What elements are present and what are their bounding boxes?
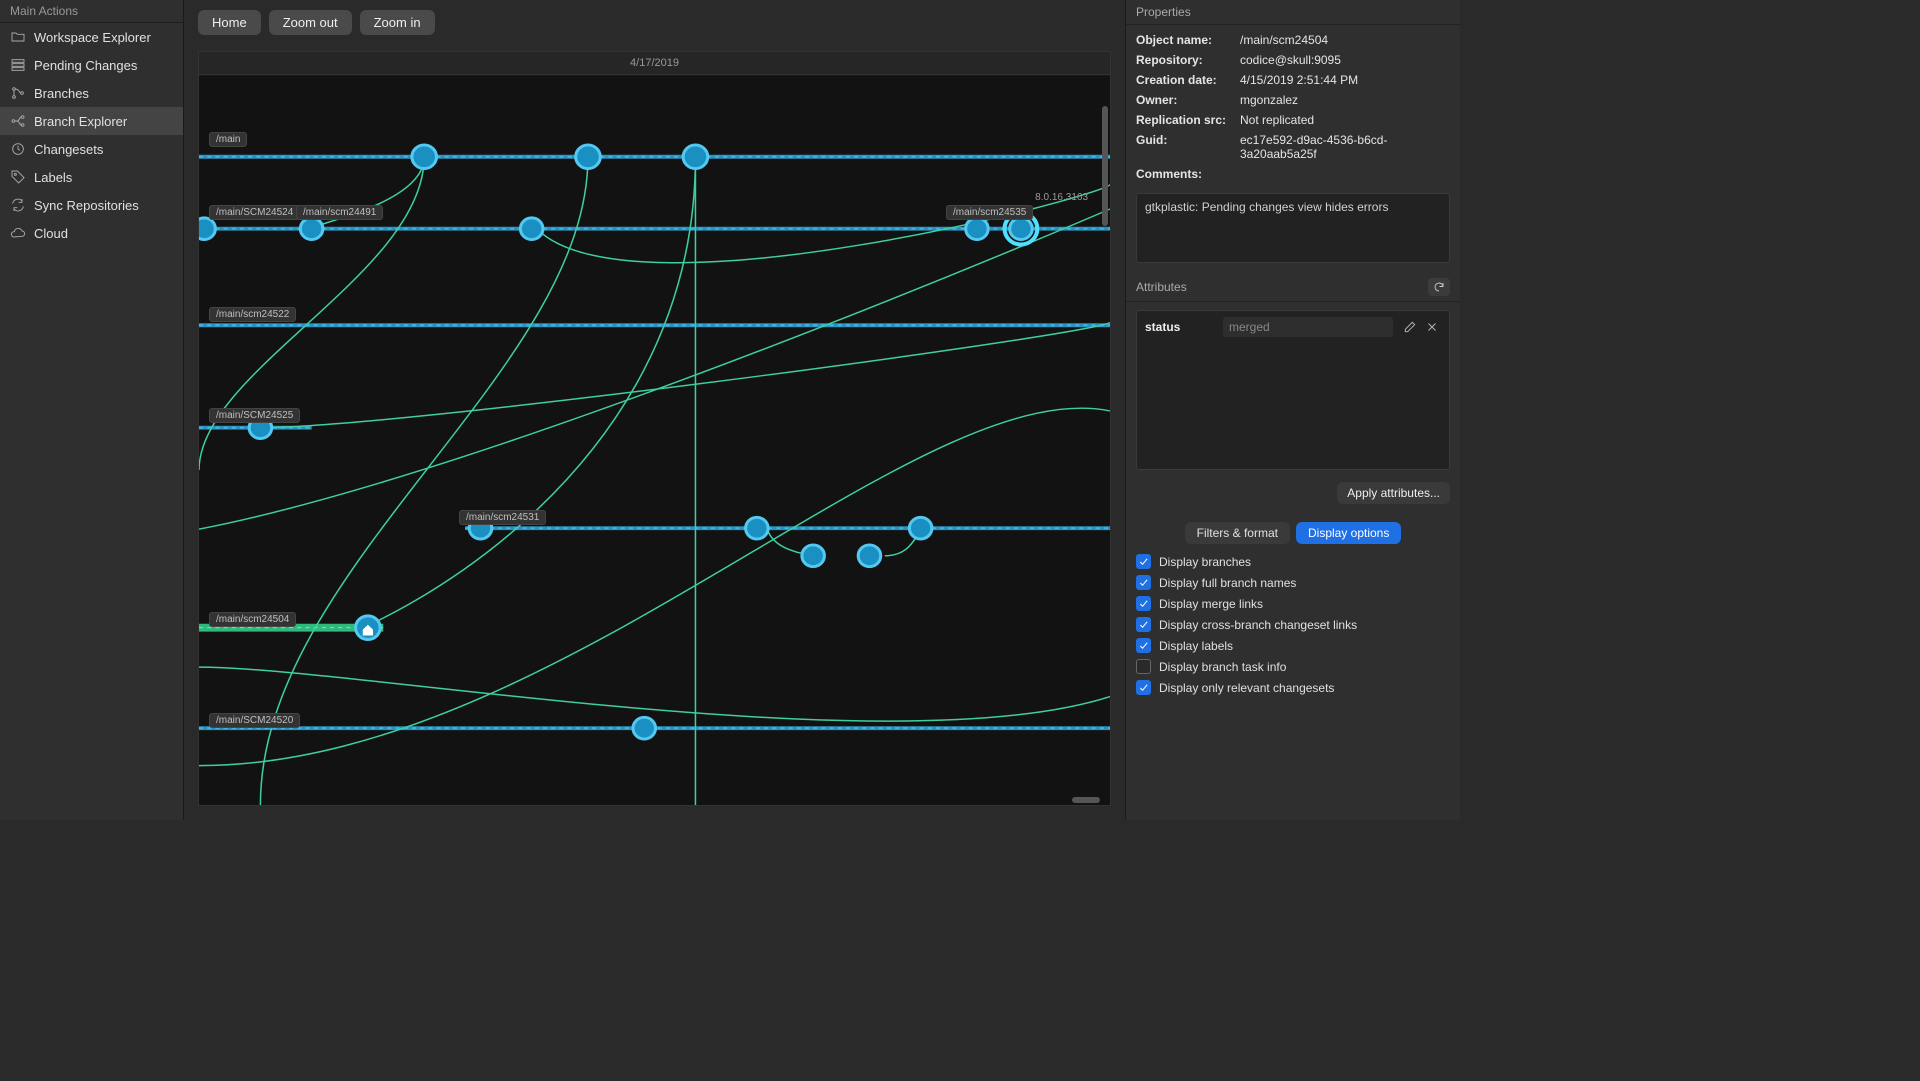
branch-tag[interactable]: /main/scm24491	[296, 205, 383, 220]
prop-guid: ec17e592-d9ac-4536-b6cd-3a20aab5a25f	[1240, 133, 1450, 161]
display-option[interactable]: Display merge links	[1136, 596, 1450, 611]
checkbox[interactable]	[1136, 617, 1151, 632]
branch-tag[interactable]: /main/scm24504	[209, 612, 296, 627]
branch-tag[interactable]: /main/SCM24525	[209, 408, 300, 423]
prop-guid-label: Guid:	[1136, 133, 1240, 161]
display-option-label: Display merge links	[1159, 597, 1263, 611]
prop-replication-label: Replication src:	[1136, 113, 1240, 127]
checkbox[interactable]	[1136, 596, 1151, 611]
sidebar-item-branches[interactable]: Branches	[0, 79, 183, 107]
main-area: Home Zoom out Zoom in 4/17/2019 .trk{str…	[184, 0, 1125, 820]
sidebar-item-label: Changesets	[34, 142, 103, 157]
sidebar-item-workspace-explorer[interactable]: Workspace Explorer	[0, 23, 183, 51]
prop-object-name: /main/scm24504	[1240, 33, 1450, 47]
zoom-out-button[interactable]: Zoom out	[269, 10, 352, 35]
labels-icon	[10, 169, 26, 185]
cloud-icon	[10, 225, 26, 241]
zoom-in-button[interactable]: Zoom in	[360, 10, 435, 35]
display-option-label: Display only relevant changesets	[1159, 681, 1334, 695]
checkbox[interactable]	[1136, 659, 1151, 674]
branch-tag[interactable]: /main	[209, 132, 247, 147]
comments-box[interactable]: gtkplastic: Pending changes view hides e…	[1136, 193, 1450, 263]
display-option[interactable]: Display labels	[1136, 638, 1450, 653]
sidebar-item-label: Branch Explorer	[34, 114, 127, 129]
branches-icon	[10, 85, 26, 101]
branch-graph-canvas[interactable]: 4/17/2019 .trk{stroke:#2c8fbd;stroke-wid…	[198, 51, 1111, 806]
checkbox[interactable]	[1136, 554, 1151, 569]
changesets-icon	[10, 141, 26, 157]
sidebar-item-changesets[interactable]: Changesets	[0, 135, 183, 163]
right-panel: Properties Object name: /main/scm24504 R…	[1125, 0, 1460, 820]
prop-comments-label: Comments:	[1136, 167, 1240, 181]
branch-tag[interactable]: /main/scm24531	[459, 510, 546, 525]
folder-icon	[10, 29, 26, 45]
properties-grid: Object name: /main/scm24504 Repository: …	[1126, 25, 1460, 189]
sidebar-item-sync-repositories[interactable]: Sync Repositories	[0, 191, 183, 219]
checkbox[interactable]	[1136, 638, 1151, 653]
sidebar-item-label: Pending Changes	[34, 58, 137, 73]
prop-replication: Not replicated	[1240, 113, 1450, 127]
checkbox[interactable]	[1136, 575, 1151, 590]
prop-creation-label: Creation date:	[1136, 73, 1240, 87]
attributes-refresh-button[interactable]	[1428, 278, 1450, 296]
display-option[interactable]: Display branches	[1136, 554, 1450, 569]
canvas-date: 4/17/2019	[199, 52, 1110, 75]
sidebar-item-label: Labels	[34, 170, 72, 185]
branch-tag[interactable]: /main/SCM24524	[209, 205, 300, 220]
home-button[interactable]: Home	[198, 10, 261, 35]
sidebar-item-pending-changes[interactable]: Pending Changes	[0, 51, 183, 79]
sync-icon	[10, 197, 26, 213]
vertical-scrollbar[interactable]	[1102, 106, 1108, 226]
tab-filters-format[interactable]: Filters & format	[1185, 522, 1290, 544]
tab-display-options[interactable]: Display options	[1296, 522, 1401, 544]
prop-repository: codice@skull:9095	[1240, 53, 1450, 67]
prop-object-name-label: Object name:	[1136, 33, 1240, 47]
sidebar-header: Main Actions	[0, 0, 183, 23]
branch-tag[interactable]: /main/scm24522	[209, 307, 296, 322]
checkbox[interactable]	[1136, 680, 1151, 695]
display-tabs: Filters & format Display options	[1126, 514, 1460, 548]
sidebar-item-label: Cloud	[34, 226, 68, 241]
display-option-label: Display cross-branch changeset links	[1159, 618, 1357, 632]
sidebar-item-labels[interactable]: Labels	[0, 163, 183, 191]
branch-tag[interactable]: /main/scm24535	[946, 205, 1033, 220]
edit-icon[interactable]	[1401, 318, 1419, 336]
close-icon[interactable]	[1423, 318, 1441, 336]
prop-repository-label: Repository:	[1136, 53, 1240, 67]
sidebar-item-label: Workspace Explorer	[34, 30, 151, 45]
properties-header: Properties	[1126, 0, 1460, 25]
sidebar-item-cloud[interactable]: Cloud	[0, 219, 183, 247]
pending-icon	[10, 57, 26, 73]
sidebar-item-branch-explorer[interactable]: Branch Explorer	[0, 107, 183, 135]
branch-tag[interactable]: /main/SCM24520	[209, 713, 300, 728]
prop-owner: mgonzalez	[1240, 93, 1450, 107]
display-option-label: Display labels	[1159, 639, 1233, 653]
attribute-row: status	[1137, 311, 1449, 343]
prop-creation: 4/15/2019 2:51:44 PM	[1240, 73, 1450, 87]
horizontal-scrollbar[interactable]	[1072, 797, 1100, 803]
display-option-label: Display branch task info	[1159, 660, 1286, 674]
attribute-name: status	[1145, 320, 1215, 334]
display-option[interactable]: Display only relevant changesets	[1136, 680, 1450, 695]
attributes-header: Attributes	[1126, 273, 1460, 302]
display-option-label: Display full branch names	[1159, 576, 1296, 590]
prop-owner-label: Owner:	[1136, 93, 1240, 107]
display-option[interactable]: Display full branch names	[1136, 575, 1450, 590]
apply-attributes-button[interactable]: Apply attributes...	[1337, 482, 1450, 504]
sidebar-item-label: Branches	[34, 86, 89, 101]
branch-explorer-icon	[10, 113, 26, 129]
attributes-list: status	[1136, 310, 1450, 470]
display-options-list: Display branches Display full branch name…	[1126, 548, 1460, 709]
display-option[interactable]: Display branch task info	[1136, 659, 1450, 674]
display-option[interactable]: Display cross-branch changeset links	[1136, 617, 1450, 632]
display-option-label: Display branches	[1159, 555, 1251, 569]
sidebar: Main Actions Workspace Explorer Pending C…	[0, 0, 184, 820]
version-label: 8.0.16.3163	[1035, 192, 1088, 203]
sidebar-item-label: Sync Repositories	[34, 198, 139, 213]
attribute-value-input[interactable]	[1223, 317, 1393, 337]
toolbar: Home Zoom out Zoom in	[184, 0, 1125, 43]
